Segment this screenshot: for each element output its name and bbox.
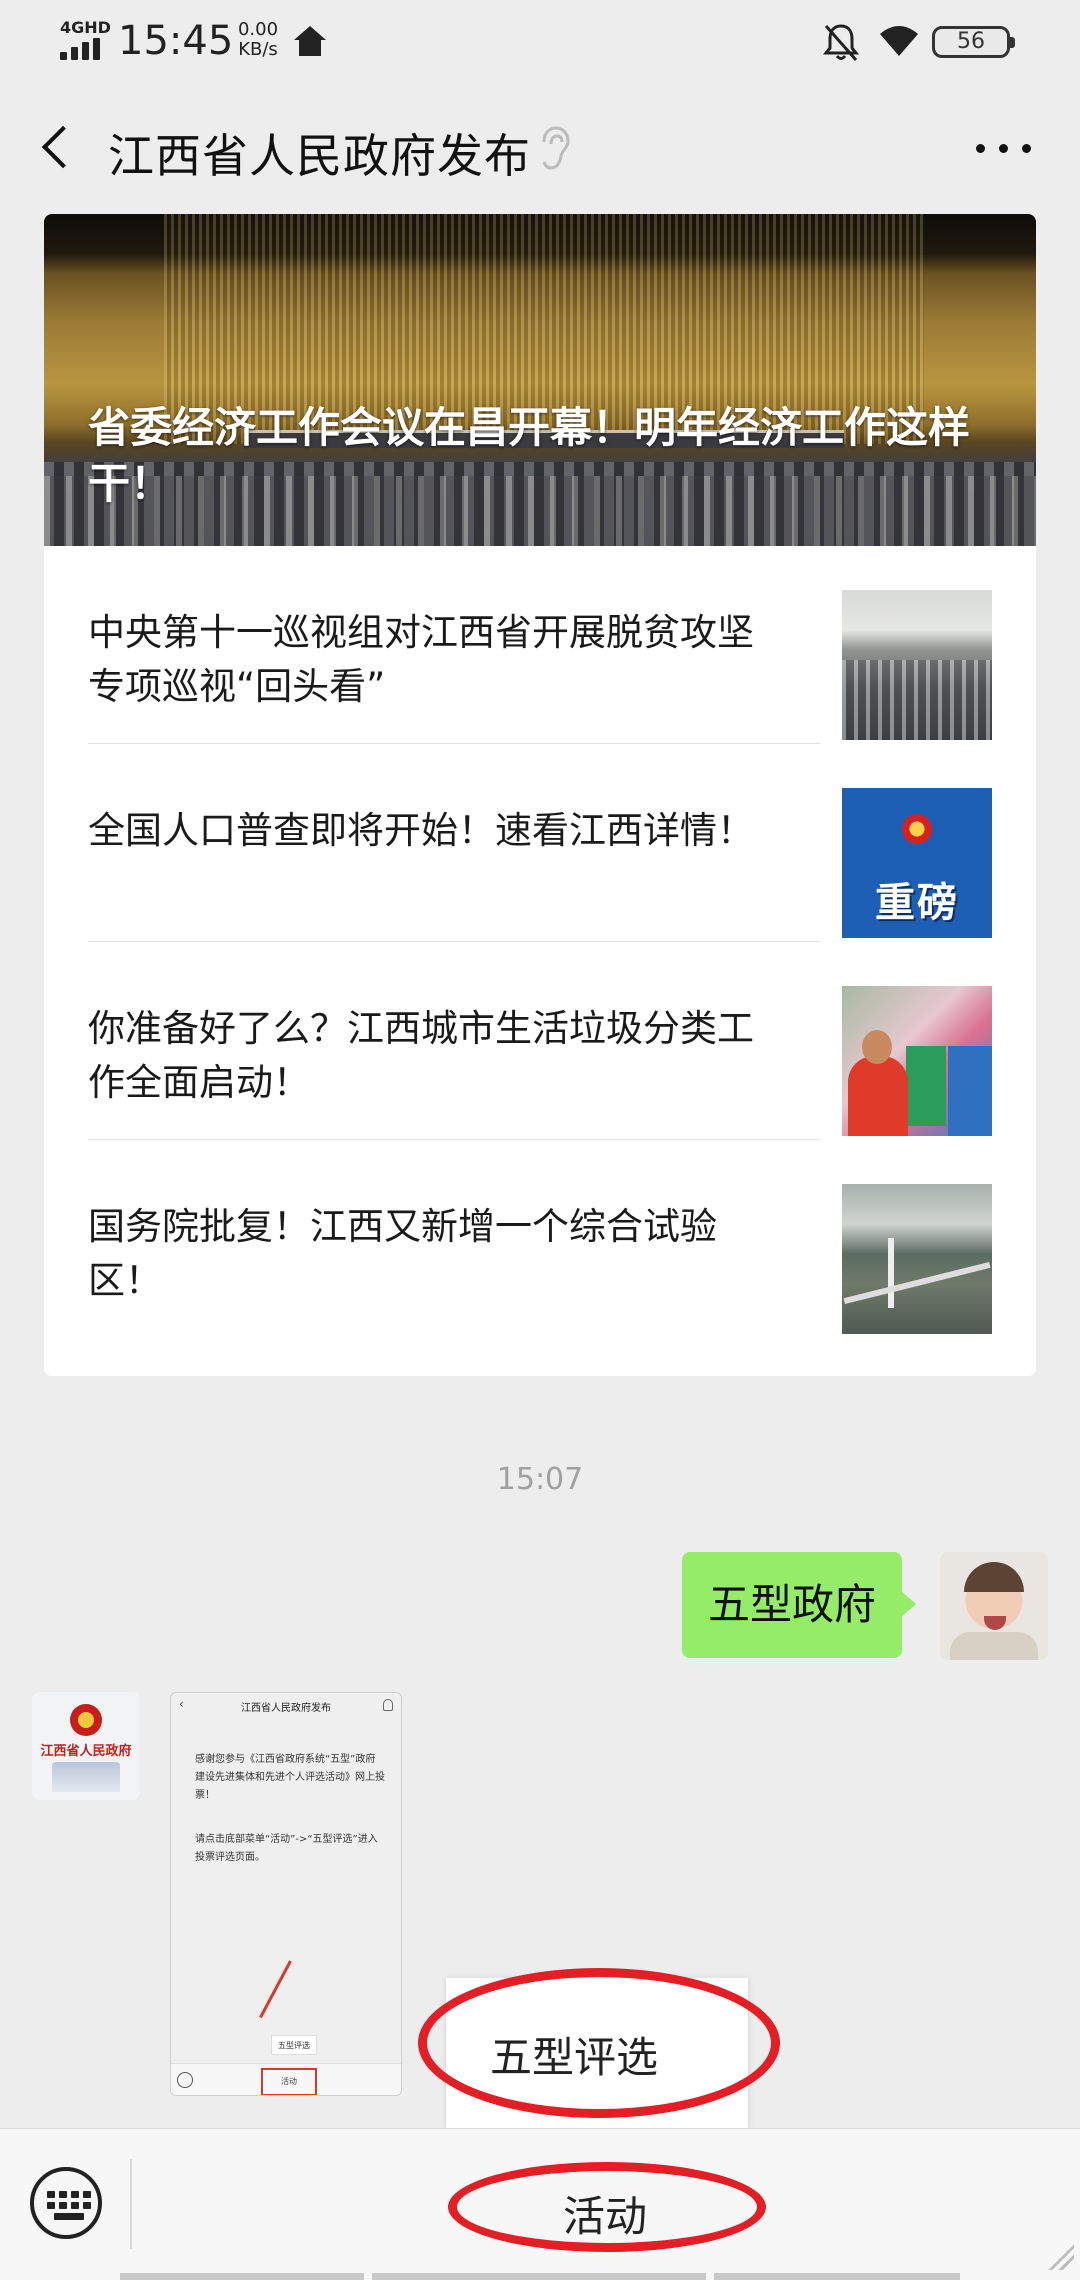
network-speed-unit: KB/s xyxy=(238,39,278,60)
avatar-logo-text: 江西省人民政府 xyxy=(40,1744,132,1759)
image-message-header: 江西省人民政府发布 xyxy=(241,1703,331,1714)
network-type: 4GHD xyxy=(60,18,111,37)
article-title: 全国人口普查即将开始！速看江西详情！ xyxy=(88,809,754,852)
image-message[interactable]: ‹ 江西省人民政府发布 感谢您参与《江西省政府系统“五型”政府建设先进集体和先进… xyxy=(170,1692,402,2096)
menu-tab-activity[interactable]: 活动 xyxy=(520,2183,690,2244)
cellular-signal-icon: 4GHD xyxy=(58,18,111,60)
article-thumbnail xyxy=(842,1184,992,1334)
chat-timestamp: 15:07 xyxy=(496,1462,584,1497)
image-message-tab: 活动 xyxy=(261,2068,317,2095)
wifi-icon xyxy=(880,26,918,56)
user-icon xyxy=(383,1699,393,1711)
network-speed: 0.00 KB/s xyxy=(232,20,284,60)
article-thumbnail xyxy=(842,590,992,740)
article-title: 你准备好了么？江西城市生活垃圾分类工作全面启动！ xyxy=(88,1007,754,1104)
battery-icon: 56 xyxy=(932,26,1015,58)
status-time: 15:45 xyxy=(118,18,234,64)
article-item[interactable]: 国务院批复！江西又新增一个综合试验区！ xyxy=(44,1140,1036,1338)
article-title: 国务院批复！江西又新增一个综合试验区！ xyxy=(88,1205,717,1302)
image-message-text: 感谢您参与《江西省政府系统“五型”政府建设先进集体和先进个人评选活动》网上投票！ xyxy=(195,1754,385,1801)
thumbnail-text: 重磅 xyxy=(875,880,959,926)
hero-article[interactable]: 省委经济工作会议在昌开幕！明年经济工作这样干！ xyxy=(44,214,1036,546)
keyboard-icon[interactable] xyxy=(30,2167,102,2239)
image-message-text: 请点击底部菜单“活动”->“五型评选”进入投票评选页面。 xyxy=(195,1834,378,1863)
more-dots-icon[interactable] xyxy=(972,132,1036,164)
article-title: 中央第十一巡视组对江西省开展脱贫攻坚专项巡视“回头看” xyxy=(88,611,754,708)
page-title: 江西省人民政府发布 xyxy=(108,129,531,183)
mute-bell-icon xyxy=(822,24,860,61)
hero-article-title: 省委经济工作会议在昌开幕！明年经济工作这样干！ xyxy=(88,403,971,508)
national-emblem-icon xyxy=(70,1704,102,1736)
back-arrow-icon[interactable] xyxy=(30,114,78,178)
article-thumbnail xyxy=(842,986,992,1136)
home-icon xyxy=(294,26,326,56)
article-thumbnail: 重磅 xyxy=(842,788,992,938)
ear-icon xyxy=(542,126,570,170)
article-item[interactable]: 全国人口普查即将开始！速看江西详情！ 重磅 xyxy=(44,744,1036,942)
chat-header: 江西省人民政府发布 xyxy=(0,84,1080,212)
article-item[interactable]: 你准备好了么？江西城市生活垃圾分类工作全面启动！ xyxy=(44,942,1036,1140)
image-message-popup: 五型评选 xyxy=(271,2035,317,2055)
bottom-menu-bar: 活动 xyxy=(0,2128,1080,2280)
article-card: 省委经济工作会议在昌开幕！明年经济工作这样干！ 中央第十一巡视组对江西省开展脱贫… xyxy=(44,214,1036,1376)
national-emblem-icon xyxy=(902,814,932,844)
official-account-avatar[interactable]: 江西省人民政府 xyxy=(32,1692,140,1800)
status-bar: 4GHD 15:45 0.00 KB/s 56 xyxy=(0,0,1080,84)
red-arrow-annotation xyxy=(259,1960,292,2019)
network-speed-value: 0.00 xyxy=(237,19,279,40)
sent-message-bubble[interactable]: 五型政府 xyxy=(682,1552,917,1658)
user-avatar[interactable] xyxy=(940,1552,1048,1660)
bottom-strip xyxy=(0,2273,1080,2280)
keyboard-icon xyxy=(177,2072,193,2088)
article-list: 中央第十一巡视组对江西省开展脱贫攻坚专项巡视“回头看” 全国人口普查即将开始！速… xyxy=(44,546,1036,1338)
menu-item-five-type-selection[interactable]: 五型评选 xyxy=(446,1978,748,2128)
article-item[interactable]: 中央第十一巡视组对江西省开展脱贫攻坚专项巡视“回头看” xyxy=(44,546,1036,744)
menu-item-label: 五型评选 xyxy=(490,2033,659,2082)
resize-grip-icon xyxy=(1048,2244,1074,2270)
